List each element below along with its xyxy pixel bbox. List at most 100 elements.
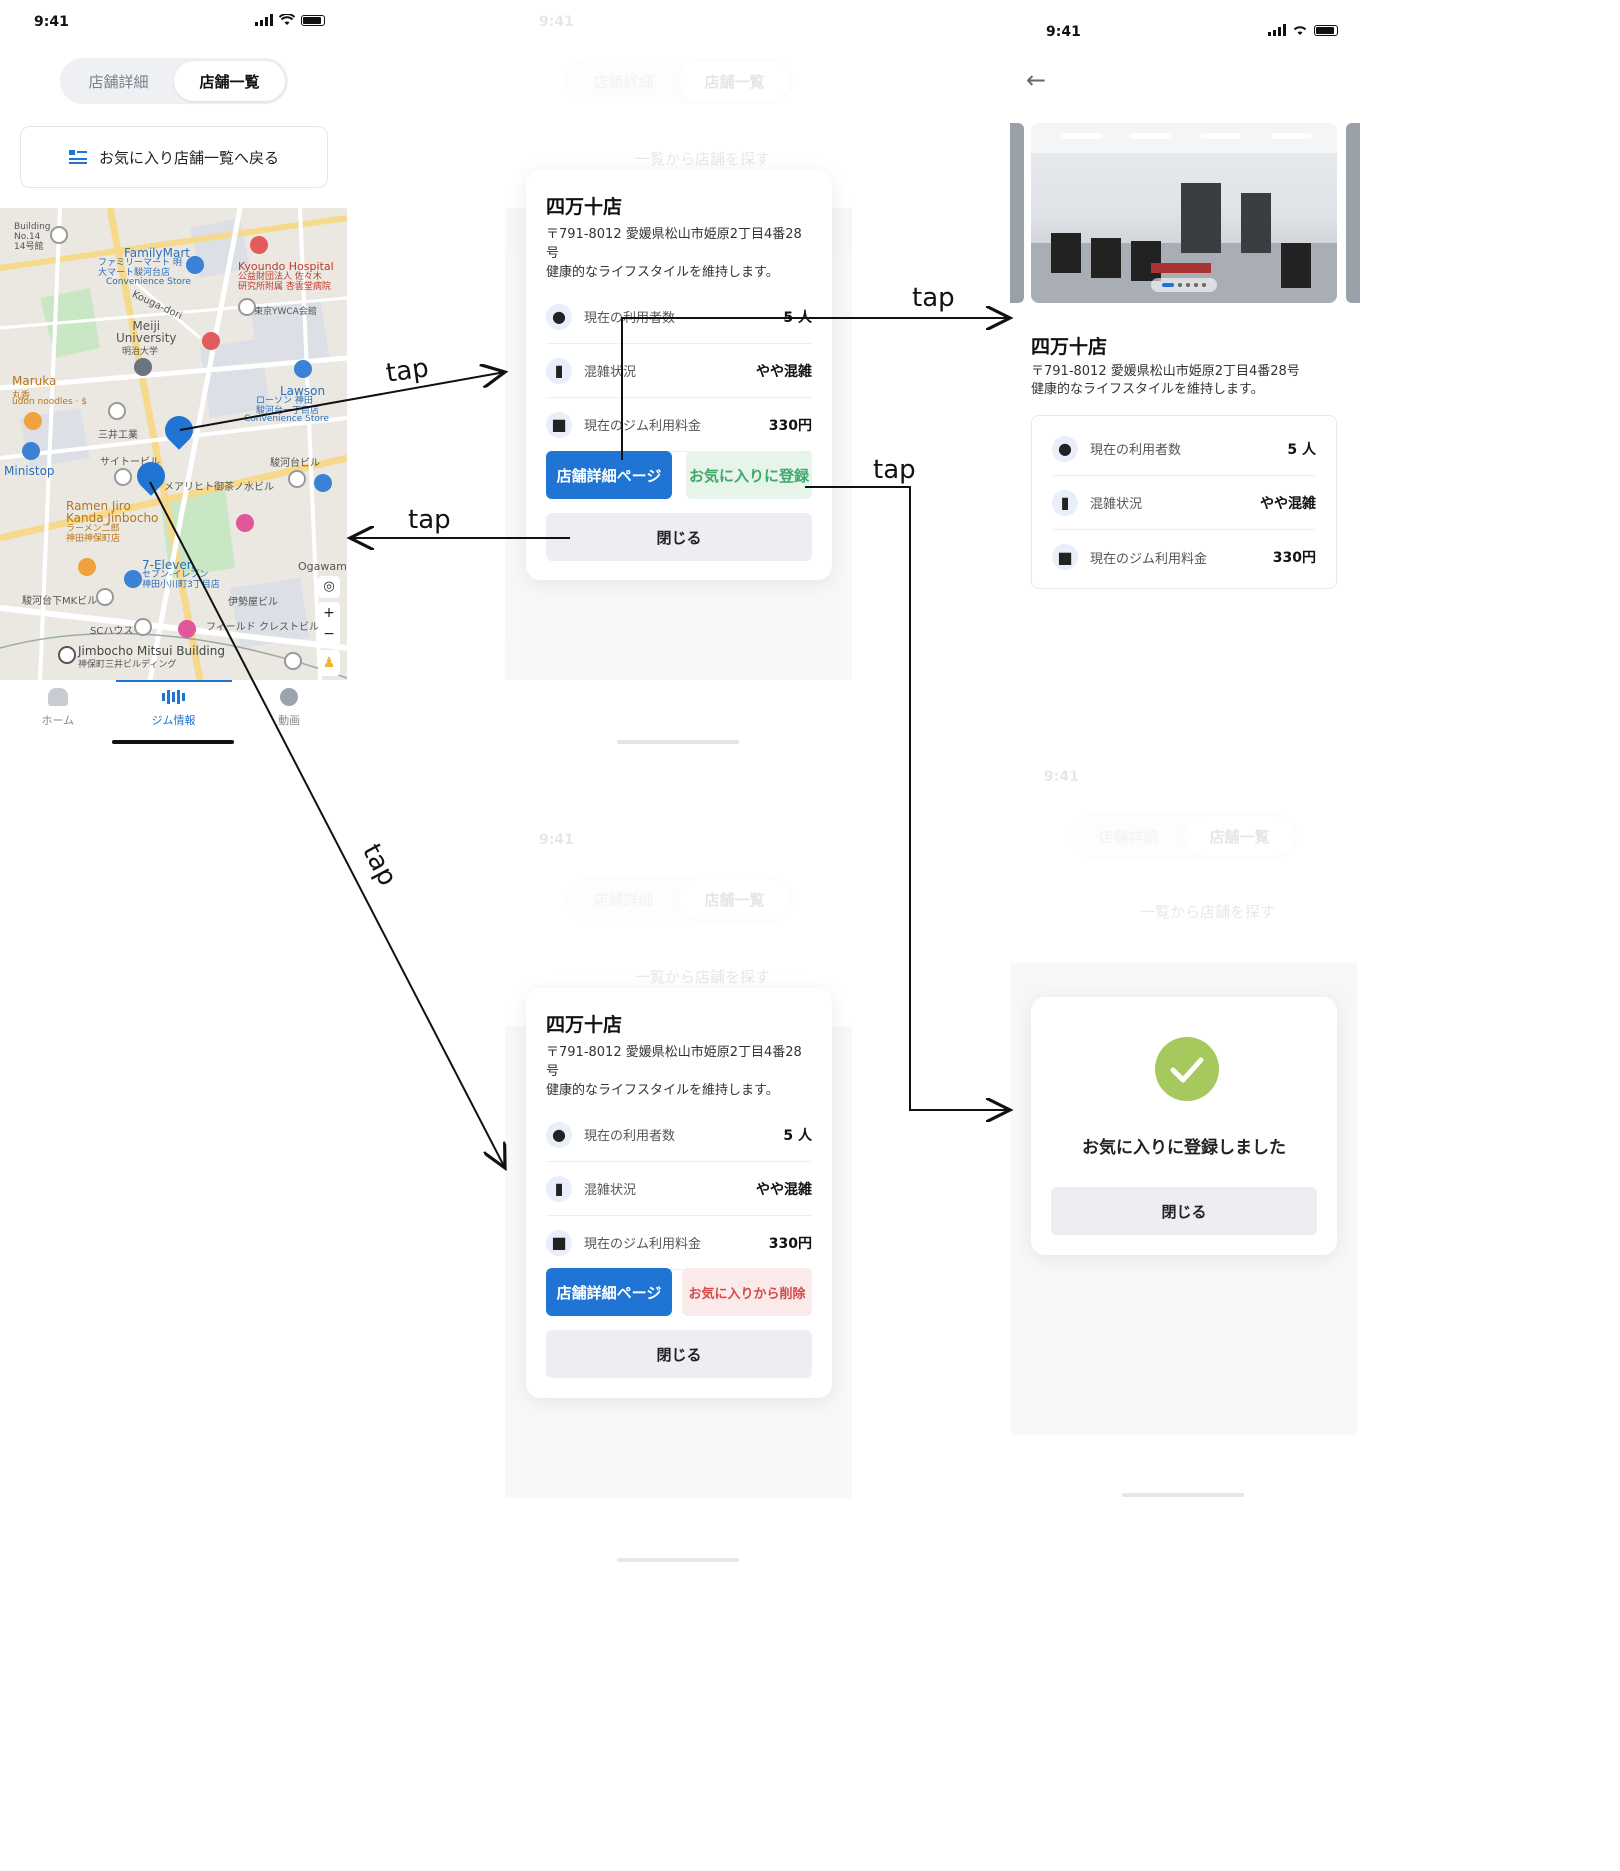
- store-stats: ● 現在の利用者数 5 人 ▮ 混雑状況 やや混雑 ■ 現在のジム利用料金 330円: [546, 1108, 812, 1270]
- search-from-list-label: 一覧から店舗を探す: [635, 968, 771, 986]
- tap-label-2: tap: [408, 505, 451, 535]
- store-detail-button[interactable]: 店舗詳細ページ: [546, 451, 672, 499]
- remove-favorite-button[interactable]: お気に入りから削除: [682, 1268, 812, 1316]
- stat-label: 現在のジム利用料金: [584, 419, 702, 434]
- map-view[interactable]: Building No.14 14号館 FamilyMart ファミリーマート …: [0, 208, 347, 680]
- map-label-sc: SCハウス: [90, 626, 134, 637]
- tab-store-detail: 店舗詳細: [593, 72, 654, 91]
- stat-row-congestion: ▮ 混雑状況 やや混雑: [546, 344, 812, 398]
- screen-favorite-added: 9:41 店舗詳細 店舗一覧 一覧から店舗を探す お気に入りに登録しました 閉じる: [1010, 755, 1360, 1515]
- locate-icon[interactable]: ◎: [318, 576, 340, 598]
- tap-label-1: tap: [384, 353, 431, 389]
- gym-photo[interactable]: [1031, 123, 1337, 303]
- map-label-kyoundo-jp: 公益財団法人 佐々木 研究所附属 杏雲堂病院: [238, 272, 331, 292]
- screen-store-detail: 9:41 ← 四万十店 〒791-8012 愛媛県松山市姫原2丁目4番28号 健…: [1010, 0, 1360, 620]
- map-label-ministop: Ministop: [4, 464, 55, 478]
- close-button[interactable]: 閉じる: [546, 1330, 812, 1378]
- tab-store-detail: 店舗詳細: [1098, 827, 1159, 846]
- close-button[interactable]: 閉じる: [546, 513, 812, 561]
- store-detail-button[interactable]: 店舗詳細ページ: [546, 1268, 672, 1316]
- store-pin-icon: [294, 360, 312, 378]
- back-to-favorites-button[interactable]: お気に入り店舗一覧へ戻る: [20, 126, 328, 188]
- store-name: 四万十店: [546, 196, 623, 218]
- segment-control: 店舗詳細 店舗一覧: [565, 58, 793, 104]
- back-to-favorites-label: お気に入り店舗一覧へ戻る: [98, 148, 279, 167]
- gym-photo-image: [1031, 123, 1337, 303]
- dialog-close-button[interactable]: 閉じる: [1051, 1187, 1317, 1235]
- stat-row-congestion: ▮ 混雑状況 やや混雑: [546, 1162, 812, 1216]
- status-time: 9:41: [34, 14, 69, 30]
- map-label-meiji-jp: 明治大学: [122, 347, 159, 357]
- place-pin-icon: [284, 652, 302, 670]
- map-label-field: フィールド クレストビル: [206, 622, 319, 633]
- hospital-pin-icon: [250, 236, 268, 254]
- success-dialog: お気に入りに登録しました 閉じる: [1031, 997, 1337, 1255]
- tab-store-detail[interactable]: 店舗詳細: [63, 61, 174, 101]
- tab-gym[interactable]: ジム情報: [123, 688, 223, 728]
- play-icon: [280, 688, 299, 706]
- stat-label: 現在のジム利用料金: [584, 1237, 702, 1252]
- screen-popup-add: 9:41 店舗詳細 店舗一覧 一覧から店舗を探す 四万十店 〒791-8012 愛…: [505, 0, 855, 760]
- stat-label: 混雑状況: [1090, 497, 1143, 512]
- home-indicator: [1122, 1493, 1244, 1497]
- stat-label: 現在のジム利用料金: [1090, 551, 1208, 567]
- users-icon: ●: [1052, 435, 1078, 462]
- bar-chart-icon: ▮: [546, 1175, 572, 1202]
- wifi-icon: [279, 14, 295, 25]
- stat-label: 混雑状況: [584, 365, 637, 380]
- place-pin-icon: [50, 226, 68, 244]
- active-tab-indicator: [116, 680, 232, 682]
- users-icon: ●: [546, 1121, 572, 1148]
- list-icon: [68, 150, 87, 164]
- tab-store-list: 店舗一覧: [1184, 816, 1295, 856]
- food-pin-icon: [24, 412, 42, 430]
- map-label-lawson-jp: ローソン 神田 駿河台一丁目店: [256, 396, 320, 416]
- battery-icon: [301, 14, 325, 26]
- status-time: 9:41: [1044, 769, 1079, 785]
- store-description: 健康的なライフスタイルを維持します。: [546, 265, 779, 280]
- stat-label: 混雑状況: [584, 1183, 637, 1198]
- tap-label-3: tap: [912, 283, 955, 313]
- place-pin-icon: [108, 402, 126, 420]
- store-pin-icon: [22, 442, 40, 460]
- stat-row-users: ● 現在の利用者数 5 人: [1052, 422, 1316, 476]
- back-arrow-icon[interactable]: ←: [1026, 66, 1046, 94]
- map-label-mitsui: 三井工業: [98, 430, 138, 441]
- tap-label-4: tap: [873, 455, 916, 485]
- stat-value: やや混雑: [756, 363, 812, 380]
- wallet-icon: ■: [546, 1229, 572, 1256]
- stat-value: 5 人: [1287, 441, 1316, 458]
- tab-store-list[interactable]: 店舗一覧: [174, 61, 285, 101]
- segment-control: 店舗詳細 店舗一覧: [60, 58, 288, 104]
- place-pin-icon: [134, 618, 152, 636]
- hotel-pin-icon: [178, 620, 196, 638]
- stat-value: 330円: [768, 1235, 812, 1252]
- food-pin-icon: [78, 558, 96, 576]
- map-label-ramen: Ramen Jiro Kanda Jinbocho: [66, 499, 159, 525]
- tab-video[interactable]: 動画: [239, 688, 339, 728]
- zoom-in-button[interactable]: +: [318, 602, 340, 624]
- store-stats: ● 現在の利用者数 5 人 ▮ 混雑状況 やや混雑 ■ 現在のジム利用料金 330円: [546, 290, 812, 452]
- gallery-next-peek: [1346, 123, 1360, 303]
- stat-label: 現在の利用者数: [584, 311, 676, 326]
- map-label-ramen-jp: ラーメン二郎 神田神保町店: [66, 524, 121, 544]
- store-pin-icon: [124, 570, 142, 588]
- store-description: 健康的なライフスタイルを維持します。: [1031, 382, 1264, 397]
- map-label-mk: 駿河台下MKビル: [22, 596, 98, 607]
- tab-home[interactable]: ホーム: [8, 688, 108, 728]
- pegman-icon[interactable]: ♟: [318, 650, 340, 676]
- map-label-suruga: 駿河台ビル: [270, 458, 320, 469]
- stat-row-users: ● 現在の利用者数 5 人: [546, 290, 812, 344]
- add-favorite-button[interactable]: お気に入りに登録: [686, 451, 812, 499]
- tab-store-list: 店舗一覧: [679, 879, 790, 919]
- map-controls: ◎ + − ♟: [318, 576, 340, 676]
- zoom-out-button[interactable]: −: [318, 624, 340, 646]
- wallet-icon: ■: [1052, 544, 1078, 570]
- gym-icon: [161, 688, 185, 706]
- status-bar: 9:41: [0, 0, 350, 50]
- map-label-ogawama: Ogawama: [298, 560, 347, 573]
- map-label-iseya: 伊勢屋ビル: [228, 597, 278, 608]
- home-indicator: [617, 1558, 739, 1562]
- map-label-seven-jp: セブン-イレブン 神田小川町3丁目店: [142, 570, 220, 590]
- store-address: 〒791-8012 愛媛県松山市姫原2丁目4番28号: [1031, 364, 1300, 379]
